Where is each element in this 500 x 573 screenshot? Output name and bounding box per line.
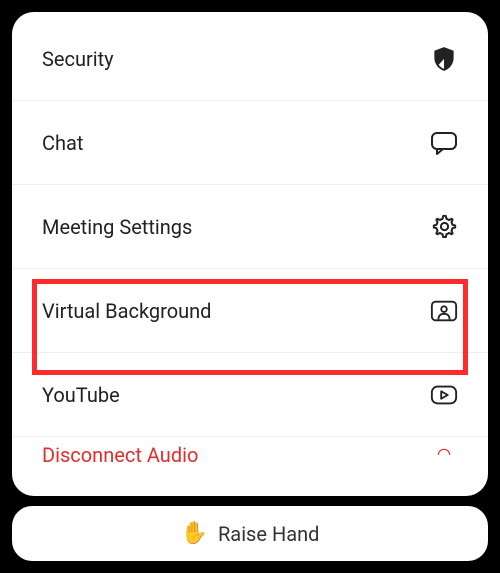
menu-item-chat[interactable]: Chat	[12, 101, 488, 185]
gear-icon	[430, 213, 458, 241]
raise-hand-button[interactable]: ✋ Raise Hand	[12, 506, 488, 561]
menu-label: Meeting Settings	[42, 215, 192, 239]
action-sheet: Security Chat	[12, 12, 488, 496]
menu-label: Virtual Background	[42, 299, 211, 323]
shield-icon	[430, 45, 458, 73]
menu-label: Chat	[42, 131, 83, 155]
menu-item-meeting-settings[interactable]: Meeting Settings	[12, 185, 488, 269]
menu-item-disconnect-audio[interactable]: Disconnect Audio	[12, 437, 488, 475]
disconnect-icon	[430, 441, 458, 469]
chat-icon	[430, 129, 458, 157]
menu-item-security[interactable]: Security	[12, 17, 488, 101]
youtube-icon	[430, 381, 458, 409]
raise-hand-icon: ✋	[181, 523, 208, 545]
menu-label: Disconnect Audio	[42, 443, 198, 467]
menu-item-youtube[interactable]: YouTube	[12, 353, 488, 437]
menu-item-virtual-background[interactable]: Virtual Background	[12, 269, 488, 353]
menu-label: Security	[42, 47, 114, 71]
person-frame-icon	[430, 297, 458, 325]
menu-list: Security Chat	[12, 12, 488, 496]
raise-hand-label: Raise Hand	[218, 522, 319, 546]
menu-label: YouTube	[42, 383, 120, 407]
